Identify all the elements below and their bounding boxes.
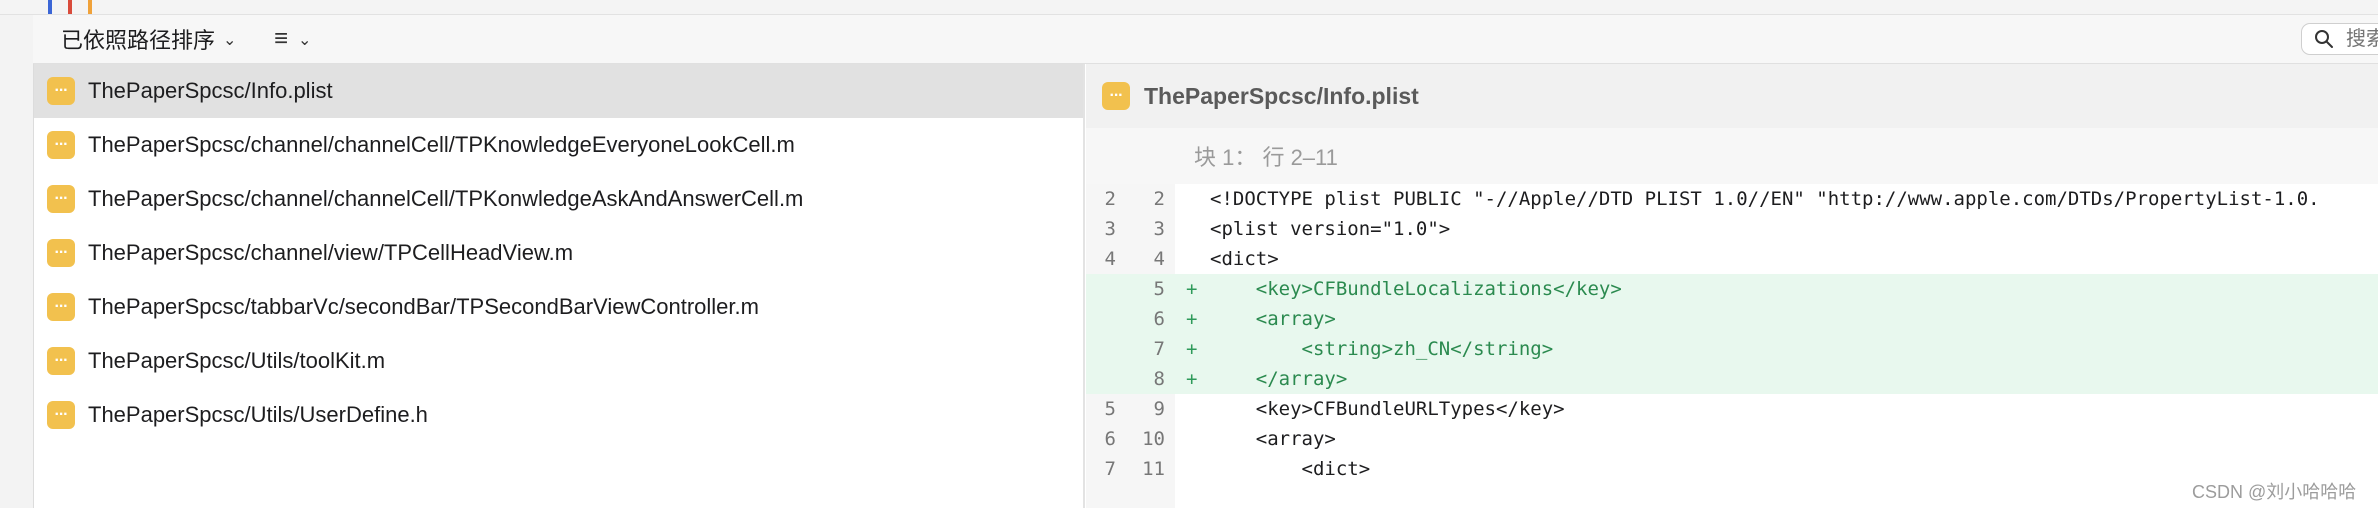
old-line-number: 4 (1104, 248, 1116, 270)
search-input[interactable] (2344, 26, 2378, 52)
chunk-label: 块 1： 行 2–11 (1194, 145, 1338, 170)
new-line-number: 2 (1153, 188, 1165, 210)
diff-line: 5 9 <key>CFBundleURLTypes</key> (1086, 394, 2378, 424)
file-path: ThePaperSpcsc/channel/channelCell/TPKnow… (88, 132, 795, 157)
code-text: <key>CFBundleURLTypes</key> (1210, 398, 1565, 420)
diff-lines: 2 2 <!DOCTYPE plist PUBLIC "-//Apple//DTD … (1086, 184, 2378, 484)
watermark: CSDN @刘小哈哈哈 (2192, 482, 2357, 502)
diff-line-added: 7 + <string>zh_CN</string> (1086, 334, 2378, 364)
diff-line: 3 3 <plist version="1.0"> (1086, 214, 2378, 244)
new-line-number: 10 (1142, 428, 1165, 450)
file-path: ThePaperSpcsc/channel/view/TPCellHeadVie… (88, 240, 574, 265)
diff-line-added: 5 + <key>CFBundleLocalizations</key> (1086, 274, 2378, 304)
left-rail (0, 15, 34, 508)
code-text: <key>CFBundleLocalizations</key> (1210, 278, 1622, 300)
changed-files-list: ··· ThePaperSpcsc/Info.plist ··· ThePape… (34, 64, 1085, 508)
tab-indicator-red (68, 0, 72, 14)
diff-marker: + (1186, 368, 1198, 390)
old-line-number: 6 (1104, 428, 1116, 450)
list-icon: ≡ (274, 25, 289, 52)
chevron-down-icon: ⌄ (223, 32, 237, 49)
code-text: <array> (1210, 428, 1336, 450)
code-text: <string>zh_CN</string> (1210, 338, 1554, 360)
diff-marker: + (1186, 308, 1198, 330)
search-field[interactable] (2301, 23, 2378, 55)
toolbar: 已依照路径排序 ⌄ ≡ ⌄ (33, 15, 2378, 64)
diff-file-header: ··· ThePaperSpcsc/Info.plist (1086, 64, 2378, 128)
old-line-number: 7 (1104, 458, 1116, 480)
new-line-number: 7 (1153, 338, 1165, 360)
file-icon: ··· (47, 347, 75, 375)
file-icon: ··· (47, 293, 75, 321)
diff-line-added: 6 + <array> (1086, 304, 2378, 334)
file-row[interactable]: ··· ThePaperSpcsc/tabbarVc/secondBar/TPS… (34, 280, 1083, 334)
code-text: <dict> (1210, 248, 1279, 270)
diff-marker: + (1186, 338, 1198, 360)
new-line-number: 5 (1153, 278, 1165, 300)
diff-line: 7 11 <dict> (1086, 454, 2378, 484)
search-icon (2315, 30, 2333, 48)
diff-viewer: ··· ThePaperSpcsc/Info.plist 块 1： 行 2–11… (1086, 64, 2378, 508)
tab-indicator-orange (88, 0, 92, 14)
file-icon: ··· (1102, 82, 1130, 110)
file-icon: ··· (47, 131, 75, 159)
old-line-number: 3 (1104, 218, 1116, 240)
file-row[interactable]: ··· ThePaperSpcsc/Utils/toolKit.m (34, 334, 1083, 388)
window-top-strip (0, 0, 2378, 15)
code-text: <array> (1210, 308, 1336, 330)
new-line-number: 8 (1153, 368, 1165, 390)
new-line-number: 11 (1142, 458, 1165, 480)
sort-label: 已依照路径排序 (61, 28, 216, 53)
new-line-number: 4 (1153, 248, 1165, 270)
diff-file-name: ThePaperSpcsc/Info.plist (1144, 82, 1419, 109)
new-line-number: 3 (1153, 218, 1165, 240)
file-row[interactable]: ··· ThePaperSpcsc/channel/channelCell/TP… (34, 118, 1083, 172)
code-text: <!DOCTYPE plist PUBLIC "-//Apple//DTD PL… (1210, 188, 2320, 210)
diff-line: 2 2 <!DOCTYPE plist PUBLIC "-//Apple//DTD … (1086, 184, 2378, 214)
file-row[interactable]: ··· ThePaperSpcsc/channel/channelCell/TP… (34, 172, 1083, 226)
diff-line-added: 8 + </array> (1086, 364, 2378, 394)
file-path: ThePaperSpcsc/tabbarVc/secondBar/TPSecon… (88, 294, 759, 319)
file-icon: ··· (47, 239, 75, 267)
file-row[interactable]: ··· ThePaperSpcsc/Utils/UserDefine.h (34, 388, 1083, 442)
file-icon: ··· (47, 185, 75, 213)
code-text: <plist version="1.0"> (1210, 218, 1451, 240)
tab-indicator-blue (48, 0, 52, 14)
diff-marker: + (1186, 278, 1198, 300)
code-text: <dict> (1210, 458, 1371, 480)
old-line-number: 2 (1104, 188, 1116, 210)
chevron-down-icon: ⌄ (298, 32, 312, 49)
file-path: ThePaperSpcsc/Utils/toolKit.m (88, 348, 386, 373)
file-icon: ··· (47, 77, 75, 105)
diff-line: 6 10 <array> (1086, 424, 2378, 454)
view-mode-button[interactable]: ≡ ⌄ (274, 23, 311, 55)
diff-line: 4 4 <dict> (1086, 244, 2378, 274)
file-path: ThePaperSpcsc/Utils/UserDefine.h (88, 402, 428, 427)
file-icon: ··· (47, 401, 75, 429)
file-path: ThePaperSpcsc/channel/channelCell/TPKonw… (88, 186, 804, 211)
new-line-number: 6 (1153, 308, 1165, 330)
sort-by-path-button[interactable]: 已依照路径排序 ⌄ (61, 23, 236, 55)
new-line-number: 9 (1153, 398, 1165, 420)
code-text: </array> (1210, 368, 1348, 390)
file-row[interactable]: ··· ThePaperSpcsc/Info.plist (34, 64, 1083, 118)
old-line-number: 5 (1104, 398, 1116, 420)
chunk-header[interactable]: 块 1： 行 2–11 (1086, 128, 2378, 184)
file-path: ThePaperSpcsc/Info.plist (88, 78, 333, 103)
file-row[interactable]: ··· ThePaperSpcsc/channel/view/TPCellHea… (34, 226, 1083, 280)
